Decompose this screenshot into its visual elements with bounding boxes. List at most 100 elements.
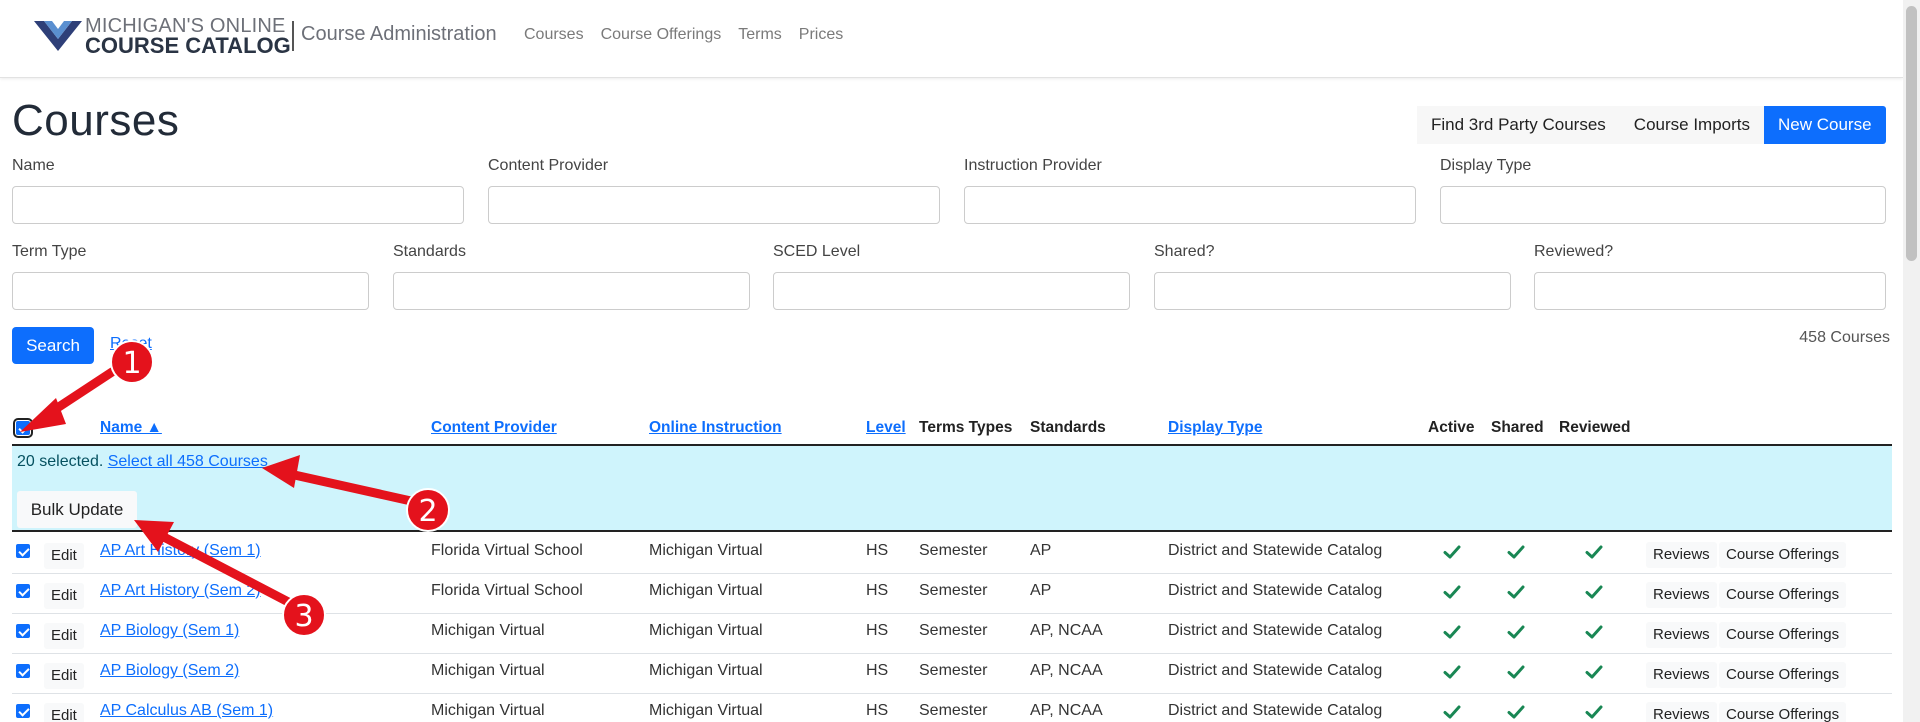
display-type-cell: District and Statewide Catalog (1168, 622, 1383, 639)
content-provider-cell: Florida Virtual School (431, 582, 583, 599)
col-header-terms-types: Terms Types (919, 419, 1013, 436)
row-checkbox[interactable] (16, 664, 30, 678)
reviews-button[interactable]: Reviews (1646, 542, 1717, 568)
col-header-standards: Standards (1030, 419, 1106, 436)
edit-button[interactable]: Edit (44, 663, 84, 689)
row-checkbox[interactable] (16, 584, 30, 598)
chevron-logo-icon (34, 21, 82, 51)
annotation-badge-2: 2 (406, 488, 450, 532)
course-name-link[interactable]: AP Biology (Sem 2) (100, 662, 239, 680)
col-header-online-instruction[interactable]: Online Instruction (649, 419, 782, 437)
reviews-button[interactable]: Reviews (1646, 702, 1717, 722)
site-logo[interactable]: MICHIGAN'S ONLINE COURSE CATALOG (34, 15, 291, 58)
filter-label-term-type: Term Type (12, 243, 87, 260)
filter-label-name: Name (12, 157, 55, 174)
reviewed-check-icon (1585, 543, 1603, 561)
content-provider-filter-input[interactable] (488, 186, 940, 224)
bulk-update-button[interactable]: Bulk Update (17, 491, 137, 528)
course-name-link[interactable]: AP Calculus AB (Sem 1) (100, 702, 273, 720)
reviews-button[interactable]: Reviews (1646, 582, 1717, 608)
col-header-level[interactable]: Level (866, 419, 906, 437)
term-type-cell: Semester (919, 582, 988, 599)
col-header-name[interactable]: Name ▲ (100, 419, 162, 437)
name-filter-input[interactable] (12, 186, 464, 224)
active-check-icon (1443, 623, 1461, 641)
reviewed-filter-input[interactable] (1534, 272, 1886, 310)
nav-course-offerings[interactable]: Course Offerings (601, 26, 722, 44)
display-type-cell: District and Statewide Catalog (1168, 542, 1383, 559)
course-offerings-button[interactable]: Course Offerings (1719, 582, 1847, 608)
search-button[interactable]: Search (12, 327, 94, 364)
online-instruction-cell: Michigan Virtual (649, 542, 763, 559)
online-instruction-cell: Michigan Virtual (649, 702, 763, 719)
course-offerings-button[interactable]: Course Offerings (1719, 622, 1847, 648)
annotation-badge-1: 1 (110, 340, 154, 384)
course-imports-button[interactable]: Course Imports (1619, 106, 1764, 144)
top-navbar: MICHIGAN'S ONLINE COURSE CATALOG Course … (0, 0, 1903, 78)
nav-prices[interactable]: Prices (799, 26, 843, 44)
edit-button[interactable]: Edit (44, 543, 84, 569)
find-3rd-party-courses-button[interactable]: Find 3rd Party Courses (1417, 106, 1620, 144)
shared-check-icon (1507, 543, 1525, 561)
sced-level-filter-input[interactable] (773, 272, 1130, 310)
filter-label-sced-level: SCED Level (773, 243, 861, 260)
instruction-provider-filter-input[interactable] (964, 186, 1416, 224)
filter-label-standards: Standards (393, 243, 466, 260)
content-provider-cell: Michigan Virtual (431, 662, 545, 679)
reviews-button[interactable]: Reviews (1646, 662, 1717, 688)
row-checkbox[interactable] (16, 704, 30, 718)
select-all-checkbox[interactable] (13, 418, 33, 438)
reviews-button[interactable]: Reviews (1646, 622, 1717, 648)
shared-check-icon (1507, 623, 1525, 641)
level-cell: HS (866, 702, 889, 719)
edit-button[interactable]: Edit (44, 703, 84, 722)
nav-courses[interactable]: Courses (524, 26, 584, 44)
logo-line-2: COURSE CATALOG (85, 33, 291, 58)
active-check-icon (1443, 703, 1461, 721)
standards-filter-input[interactable] (393, 272, 750, 310)
display-type-cell: District and Statewide Catalog (1168, 662, 1383, 679)
course-offerings-button[interactable]: Course Offerings (1719, 542, 1847, 568)
select-all-courses-link[interactable]: Select all 458 Courses (108, 453, 268, 470)
active-check-icon (1443, 583, 1461, 601)
display-type-cell: District and Statewide Catalog (1168, 582, 1383, 599)
active-check-icon (1443, 663, 1461, 681)
course-offerings-button[interactable]: Course Offerings (1719, 662, 1847, 688)
course-offerings-button[interactable]: Course Offerings (1719, 702, 1847, 722)
edit-button[interactable]: Edit (44, 583, 84, 609)
arrow-1-shaft (37, 367, 117, 423)
reviewed-check-icon (1585, 663, 1603, 681)
nav-terms[interactable]: Terms (738, 26, 782, 44)
term-type-filter-input[interactable] (12, 272, 369, 310)
course-name-link[interactable]: AP Art History (Sem 2) (100, 582, 261, 600)
level-cell: HS (866, 622, 889, 639)
shared-check-icon (1507, 703, 1525, 721)
online-instruction-cell: Michigan Virtual (649, 662, 763, 679)
reviewed-check-icon (1585, 623, 1603, 641)
row-checkbox[interactable] (16, 544, 30, 558)
reviewed-check-icon (1585, 583, 1603, 601)
col-header-display-type[interactable]: Display Type (1168, 419, 1262, 437)
standards-cell: AP (1030, 582, 1052, 599)
row-checkbox[interactable] (16, 624, 30, 638)
col-header-reviewed: Reviewed (1559, 419, 1631, 436)
col-header-content-provider[interactable]: Content Provider (431, 419, 557, 437)
content-provider-cell: Michigan Virtual (431, 622, 545, 639)
term-type-cell: Semester (919, 702, 988, 719)
new-course-button[interactable]: New Course (1764, 106, 1886, 144)
level-cell: HS (866, 582, 889, 599)
reviewed-check-icon (1585, 703, 1603, 721)
page-actions: Find 3rd Party Courses Course Imports Ne… (1417, 106, 1886, 144)
filter-label-instruction-provider: Instruction Provider (964, 157, 1102, 174)
display-type-filter-input[interactable] (1440, 186, 1886, 224)
level-cell: HS (866, 542, 889, 559)
shared-filter-input[interactable] (1154, 272, 1511, 310)
content-provider-cell: Michigan Virtual (431, 702, 545, 719)
edit-button[interactable]: Edit (44, 623, 84, 649)
annotation-badge-3: 3 (282, 593, 326, 637)
scrollbar-thumb[interactable] (1906, 6, 1917, 261)
col-header-active: Active (1428, 419, 1475, 436)
term-type-cell: Semester (919, 622, 988, 639)
course-name-link[interactable]: AP Art History (Sem 1) (100, 542, 261, 560)
course-name-link[interactable]: AP Biology (Sem 1) (100, 622, 239, 640)
